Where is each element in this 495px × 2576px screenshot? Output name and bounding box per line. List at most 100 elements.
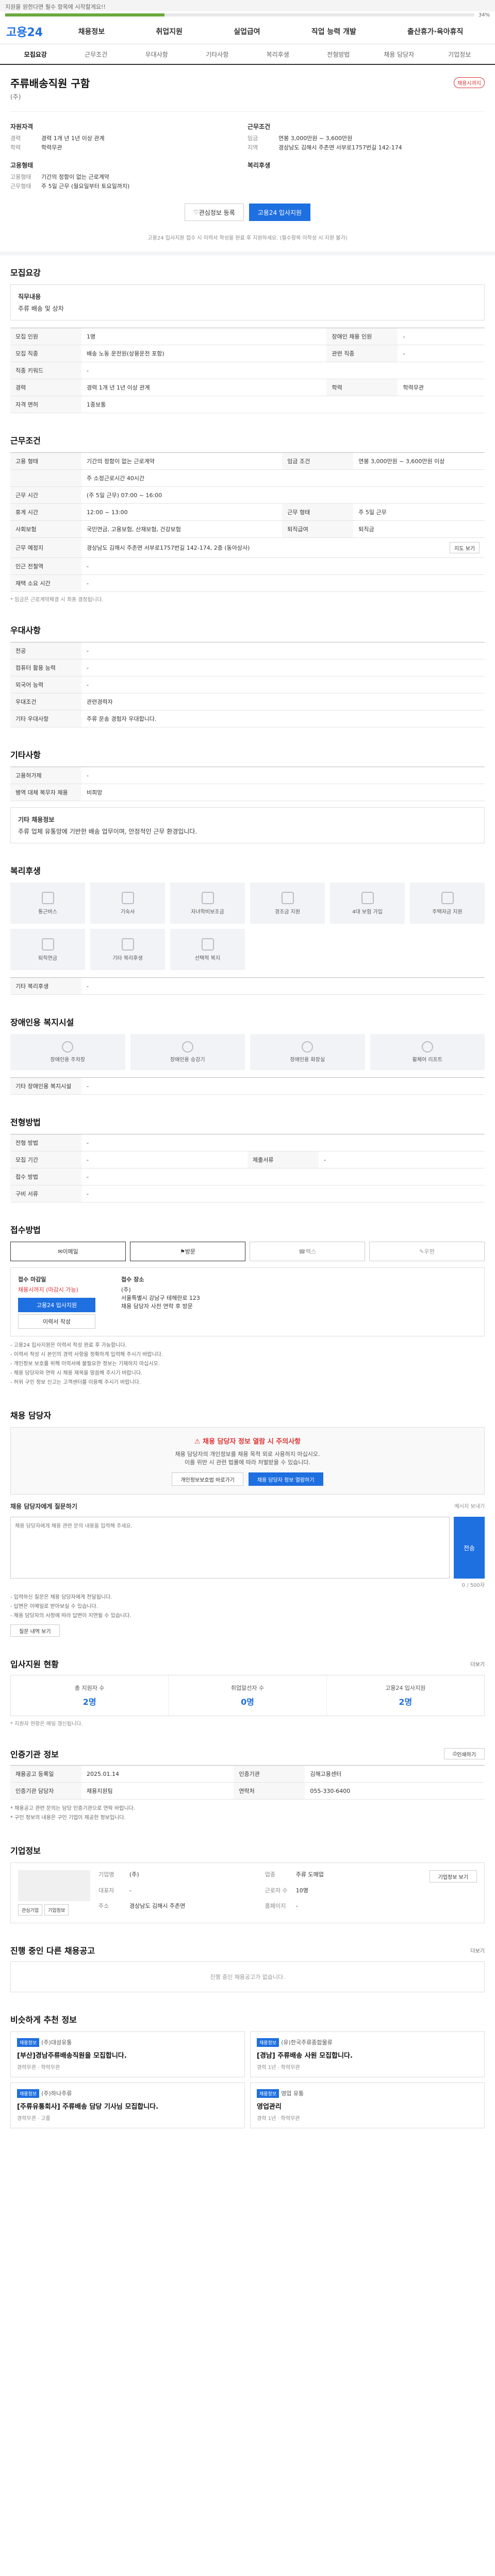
table-key: 연락처 bbox=[234, 1782, 305, 1800]
table-key: 접수 방법 bbox=[10, 1168, 81, 1185]
table-row: 기타 장애인용 복지시설 - bbox=[10, 1077, 485, 1095]
interest-button[interactable]: ♡ 관심정보 등록 bbox=[184, 204, 244, 221]
nav-item-leave[interactable]: 출산휴가·육아휴직 bbox=[407, 26, 463, 37]
company-key: 대표자 bbox=[98, 1887, 114, 1894]
apply-button-secondary[interactable]: 고용24 입사지원 bbox=[18, 1298, 95, 1312]
table-value: - bbox=[81, 642, 485, 659]
etc-table: 고용허가제 - 병역 대체 복무자 채용 비희망 bbox=[10, 767, 485, 801]
stat-value: 2명 bbox=[399, 1697, 412, 1707]
table-value: 김해고용센터 bbox=[305, 1765, 485, 1783]
table-row: 재택 소요 시간 - bbox=[10, 574, 485, 592]
send-button[interactable]: 전송 bbox=[454, 1517, 485, 1579]
table-key: 전형 방법 bbox=[10, 1134, 81, 1151]
tab-company[interactable]: 기업정보 bbox=[430, 44, 490, 64]
apply-method-section: 접수방법 ✉ 이메일 ⚑ 방문 ☎ 팩스 ✎ 우편 접수 마감일 채용시까지 (… bbox=[0, 1213, 495, 1398]
interest-label: 관심정보 등록 bbox=[199, 209, 235, 216]
stat-label: 고용24 입사지원 bbox=[385, 1685, 426, 1691]
place-name: (주) bbox=[121, 1286, 131, 1293]
house-icon bbox=[441, 891, 454, 904]
table-key: 외국어 능력 bbox=[10, 676, 81, 693]
interest-company-button[interactable]: 관심기업 bbox=[18, 1904, 43, 1916]
company-info-button[interactable]: 기업정보 bbox=[44, 1904, 69, 1916]
welfare-label: 4대 보험 가입 bbox=[352, 909, 383, 915]
dormitory-icon bbox=[121, 891, 134, 904]
nav-item-unemployment-benefits[interactable]: 실업급여 bbox=[234, 26, 260, 37]
mail-icon: ✎ bbox=[419, 1248, 424, 1255]
map-cell: 지도 보기 bbox=[353, 537, 485, 558]
resume-button[interactable]: 이력서 작성 bbox=[18, 1314, 95, 1329]
preference-title: 우대사항 bbox=[10, 625, 41, 635]
tab-recruit[interactable]: 모집요강 bbox=[5, 44, 66, 64]
recruiter-table: 채용공고 등록일 2025.01.14 인증기관 김해고용센터 인증기관 담당자 채용지… bbox=[10, 1765, 485, 1800]
profile-progress: 34% bbox=[0, 11, 495, 19]
table-value: 관련경력자 bbox=[81, 693, 485, 710]
table-key: 기타 장애인용 복지시설 bbox=[10, 1077, 81, 1095]
rec-meta: 경력 1년 · 학력무관 bbox=[257, 2116, 300, 2122]
company-name[interactable]: (주) bbox=[10, 92, 485, 101]
recommended-card[interactable]: 채용정보 (주)하나주류 [주류유통회사] 주류배송 담당 기사님 모집합니다. … bbox=[10, 2082, 245, 2128]
table-key: 기타 우대사항 bbox=[10, 710, 81, 727]
rec-tag: 채용정보 bbox=[17, 2089, 40, 2098]
recommended-card[interactable]: 채용정보 (유)한국주류종합물류 [경남] 주류배송 사원 모집합니다. 경력 1… bbox=[250, 2031, 485, 2077]
privacy-law-button[interactable]: 개인정보보호법 바로가기 bbox=[172, 1472, 243, 1486]
apply-button[interactable]: 고용24 입사지원 bbox=[249, 204, 311, 221]
message-input[interactable] bbox=[10, 1517, 450, 1579]
company-detail-button[interactable]: 기업정보 보기 bbox=[429, 1870, 477, 1883]
table-key: 고용 형태 bbox=[10, 452, 81, 470]
list-item: - 고용24 입사지원은 이력서 작성 완료 후 가능합니다. bbox=[10, 1343, 127, 1348]
list-item: - 허위 구인 정보 신고는 고객센터를 이용해 주시기 바랍니다. bbox=[10, 1380, 141, 1385]
tab-conditions[interactable]: 근무조건 bbox=[66, 44, 127, 64]
company-title: 기업정보 bbox=[10, 1846, 41, 1856]
table-key: 사회보험 bbox=[10, 520, 81, 538]
welfare-label: 주택자금 지원 bbox=[432, 909, 463, 915]
print-button[interactable]: ⎙ 인쇄하기 bbox=[444, 1748, 485, 1759]
apply-method-title: 접수방법 bbox=[10, 1225, 41, 1235]
nav-item-employment-support[interactable]: 취업지원 bbox=[156, 26, 183, 37]
message-label: 채용 담당자에게 질문하기 bbox=[10, 1503, 77, 1510]
conditions-title: 근무조건 bbox=[10, 436, 41, 446]
nav-item-skills[interactable]: 직업 능력 개발 bbox=[311, 26, 356, 37]
table-value: 기간의 정함이 없는 근로계약 bbox=[81, 452, 283, 470]
rec-title: [주류유통회사] 주류배송 담당 기사님 모집합니다. bbox=[17, 2103, 159, 2111]
tab-welfare[interactable]: 복리후생 bbox=[248, 44, 308, 64]
applicants-more-link[interactable]: 더보기 bbox=[470, 1660, 485, 1668]
recommended-card[interactable]: 채용정보 영업 유통 영업관리 경력 1년 · 학력무관 bbox=[250, 2082, 485, 2128]
recruiter-section: 인증기관 정보 ⎙ 인쇄하기 채용공고 등록일 2025.01.14 인증기관 김해고… bbox=[0, 1737, 495, 1834]
company-key: 근로자 수 bbox=[265, 1887, 288, 1894]
company-info: 기업명 (주) 업종 주류 도매업 대표자 - 근로자 수 10명 주소 경상남도 김해시… bbox=[98, 1870, 421, 1916]
tab-contact[interactable]: 채용 담당자 bbox=[369, 44, 430, 64]
question-history-button[interactable]: 질문 내역 보기 bbox=[10, 1624, 60, 1637]
summary-recruit-title: 자원자격 bbox=[10, 123, 34, 130]
heart-icon: ♡ bbox=[193, 209, 199, 216]
view-contact-button[interactable]: 채용 담당자 정보 열람하기 bbox=[248, 1472, 323, 1486]
nav-item-jobs[interactable]: 채용정보 bbox=[78, 26, 105, 37]
recommended-section: 비슷하게 추천 정보 채용정보 (주)대성유통 [부산]경남주류배송직원을 모집합… bbox=[0, 2003, 495, 2149]
list-item: - 이력서 작성 시 본인의 경력 사항을 정확하게 입력해 주시기 바랍니다. bbox=[10, 1352, 163, 1358]
wheelchair-icon bbox=[421, 1041, 433, 1053]
main-nav: 채용정보 취업지원 실업급여 직업 능력 개발 출산휴가·육아휴직 bbox=[53, 26, 489, 37]
table-row: 컴퓨터 활용 능력 - bbox=[10, 659, 485, 676]
table-key: 채용공고 등록일 bbox=[10, 1765, 81, 1783]
table-row: 우대조건 관련경력자 bbox=[10, 693, 485, 710]
table-value: - bbox=[81, 767, 485, 784]
table-key: 고용허가제 bbox=[10, 767, 81, 784]
progress-track bbox=[5, 13, 474, 16]
table-row: 고용허가제 - bbox=[10, 767, 485, 784]
contact-title: 채용 담당자 bbox=[10, 1411, 52, 1420]
table-key: 인근 전철역 bbox=[10, 557, 81, 575]
tab-etc[interactable]: 기타사항 bbox=[187, 44, 248, 64]
progress-fill bbox=[5, 13, 165, 16]
message-count: 0 / 500자 bbox=[461, 1583, 485, 1588]
logo[interactable]: 고용24 bbox=[6, 23, 53, 40]
tab-screening[interactable]: 전형방법 bbox=[308, 44, 369, 64]
summary-value: 경상남도 김해시 주촌면 서부로1757번길 142-174 bbox=[278, 144, 402, 151]
table-value: 학력무관 bbox=[398, 379, 485, 396]
table-key: 장애인 채용 인원 bbox=[326, 328, 398, 345]
recommended-card[interactable]: 채용정보 (주)대성유통 [부산]경남주류배송직원을 모집합니다. 경력무관 · … bbox=[10, 2031, 245, 2077]
map-button[interactable]: 지도 보기 bbox=[450, 542, 480, 553]
tab-preference[interactable]: 우대사항 bbox=[126, 44, 187, 64]
company-logo bbox=[18, 1870, 90, 1901]
apply-notice: 고용24 입사지원 접수 시 이력서 작성을 완료 후 지원하세요. (필수항목… bbox=[147, 235, 348, 241]
other-jobs-more-link[interactable]: 더보기 bbox=[470, 1946, 485, 1954]
welfare-grid: 통근버스 기숙사 자녀학비보조금 경조금 지원 4대 보험 가입 주택자금 지원… bbox=[10, 883, 485, 970]
